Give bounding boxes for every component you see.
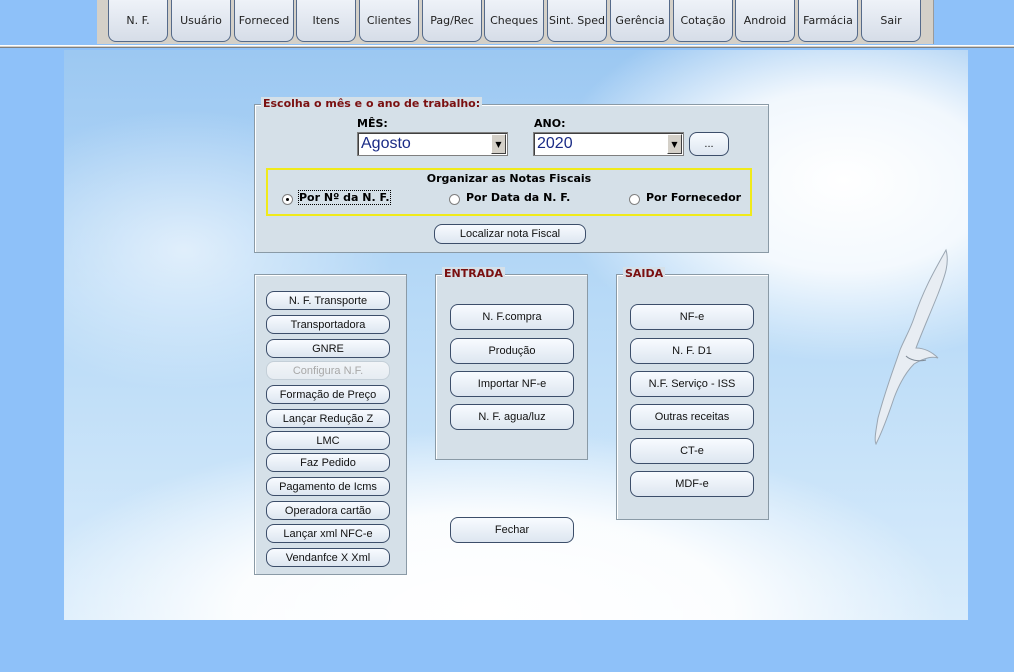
lancar-reducao-z-button[interactable]: Lançar Redução Z <box>266 409 390 428</box>
month-select[interactable]: Agosto ▼ <box>357 132 508 156</box>
faz-pedido-button[interactable]: Faz Pedido <box>266 453 390 472</box>
formacao-preco-button[interactable]: Formação de Preço <box>266 385 390 404</box>
entrada-legend: ENTRADA <box>442 267 505 280</box>
period-legend: Escolha o mês e o ano de trabalho: <box>261 97 483 110</box>
toolbar-android-button[interactable]: Android <box>735 0 795 42</box>
chevron-down-icon[interactable]: ▼ <box>491 134 506 154</box>
month-value: Agosto <box>361 135 411 152</box>
transportadora-button[interactable]: Transportadora <box>266 315 390 334</box>
producao-button[interactable]: Produção <box>450 338 574 364</box>
toolbar-forneced-button[interactable]: Forneced <box>234 0 294 42</box>
operadora-cartao-button[interactable]: Operadora cartão <box>266 501 390 520</box>
radio-por-fornecedor-label[interactable]: Por Fornecedor <box>646 191 741 204</box>
nf-transporte-button[interactable]: N. F. Transporte <box>266 291 390 310</box>
localizar-nota-button[interactable]: Localizar nota Fiscal <box>434 224 586 244</box>
toolbar-pagrec-button[interactable]: Pag/Rec <box>422 0 482 42</box>
importar-nfe-button[interactable]: Importar NF-e <box>450 371 574 397</box>
organize-title: Organizar as Notas Fiscais <box>426 172 592 185</box>
nf-servico-iss-button[interactable]: N.F. Serviço - ISS <box>630 371 754 397</box>
toolbar-farmacia-button[interactable]: Farmácia <box>798 0 858 42</box>
toolbar-clientes-button[interactable]: Clientes <box>359 0 419 42</box>
radio-por-fornecedor[interactable] <box>629 194 640 205</box>
radio-por-numero[interactable] <box>282 194 293 205</box>
toolbar-sintsped-button[interactable]: Sint. Sped <box>547 0 607 42</box>
nf-d1-button[interactable]: N. F. D1 <box>630 338 754 364</box>
more-options-button[interactable]: ... <box>689 132 729 156</box>
nfe-button[interactable]: NF-e <box>630 304 754 330</box>
outras-receitas-button[interactable]: Outras receitas <box>630 404 754 430</box>
left-panel: N. F. Transporte Transportadora GNRE Con… <box>254 274 407 575</box>
radio-por-data-label[interactable]: Por Data da N. F. <box>466 191 570 204</box>
saida-panel: SAIDA NF-e N. F. D1 N.F. Serviço - ISS O… <box>616 267 769 520</box>
year-value: 2020 <box>537 135 573 152</box>
toolbar-sair-button[interactable]: Sair <box>861 0 921 42</box>
vendanfce-xml-button[interactable]: Vendanfce X Xml <box>266 548 390 567</box>
radio-por-numero-label[interactable]: Por Nº da N. F. <box>298 190 391 205</box>
period-panel: Escolha o mês e o ano de trabalho: MÊS: … <box>254 97 769 253</box>
fechar-button[interactable]: Fechar <box>450 517 574 543</box>
gnre-button[interactable]: GNRE <box>266 339 390 358</box>
organize-box: Organizar as Notas Fiscais Por Nº da N. … <box>266 168 752 216</box>
chevron-down-icon[interactable]: ▼ <box>667 134 682 154</box>
toolbar-usuario-button[interactable]: Usuário <box>171 0 231 42</box>
year-label: ANO: <box>534 117 566 130</box>
pagamento-icms-button[interactable]: Pagamento de Icms <box>266 477 390 496</box>
entrada-panel: ENTRADA N. F.compra Produção Importar NF… <box>435 267 588 460</box>
radio-por-data[interactable] <box>449 194 460 205</box>
nf-compra-button[interactable]: N. F.compra <box>450 304 574 330</box>
year-select[interactable]: 2020 ▼ <box>533 132 684 156</box>
lancar-xml-nfce-button[interactable]: Lançar xml NFC-e <box>266 524 390 543</box>
nf-agua-luz-button[interactable]: N. F. agua/luz <box>450 404 574 430</box>
toolbar-cheques-button[interactable]: Cheques <box>484 0 544 42</box>
toolbar-itens-button[interactable]: Itens <box>296 0 356 42</box>
seagull-image <box>874 248 948 446</box>
cte-button[interactable]: CT-e <box>630 438 754 464</box>
toolbar-gerencia-button[interactable]: Gerência <box>610 0 670 42</box>
top-toolbar: N. F. Usuário Forneced Itens Clientes Pa… <box>97 0 934 44</box>
configura-nf-button: Configura N.F. <box>266 361 390 380</box>
lmc-button[interactable]: LMC <box>266 431 390 450</box>
mdfe-button[interactable]: MDF-e <box>630 471 754 497</box>
toolbar-separator <box>0 45 1014 48</box>
toolbar-nf-button[interactable]: N. F. <box>108 0 168 42</box>
toolbar-cotacao-button[interactable]: Cotação <box>673 0 733 42</box>
month-label: MÊS: <box>357 117 388 130</box>
saida-legend: SAIDA <box>623 267 666 280</box>
